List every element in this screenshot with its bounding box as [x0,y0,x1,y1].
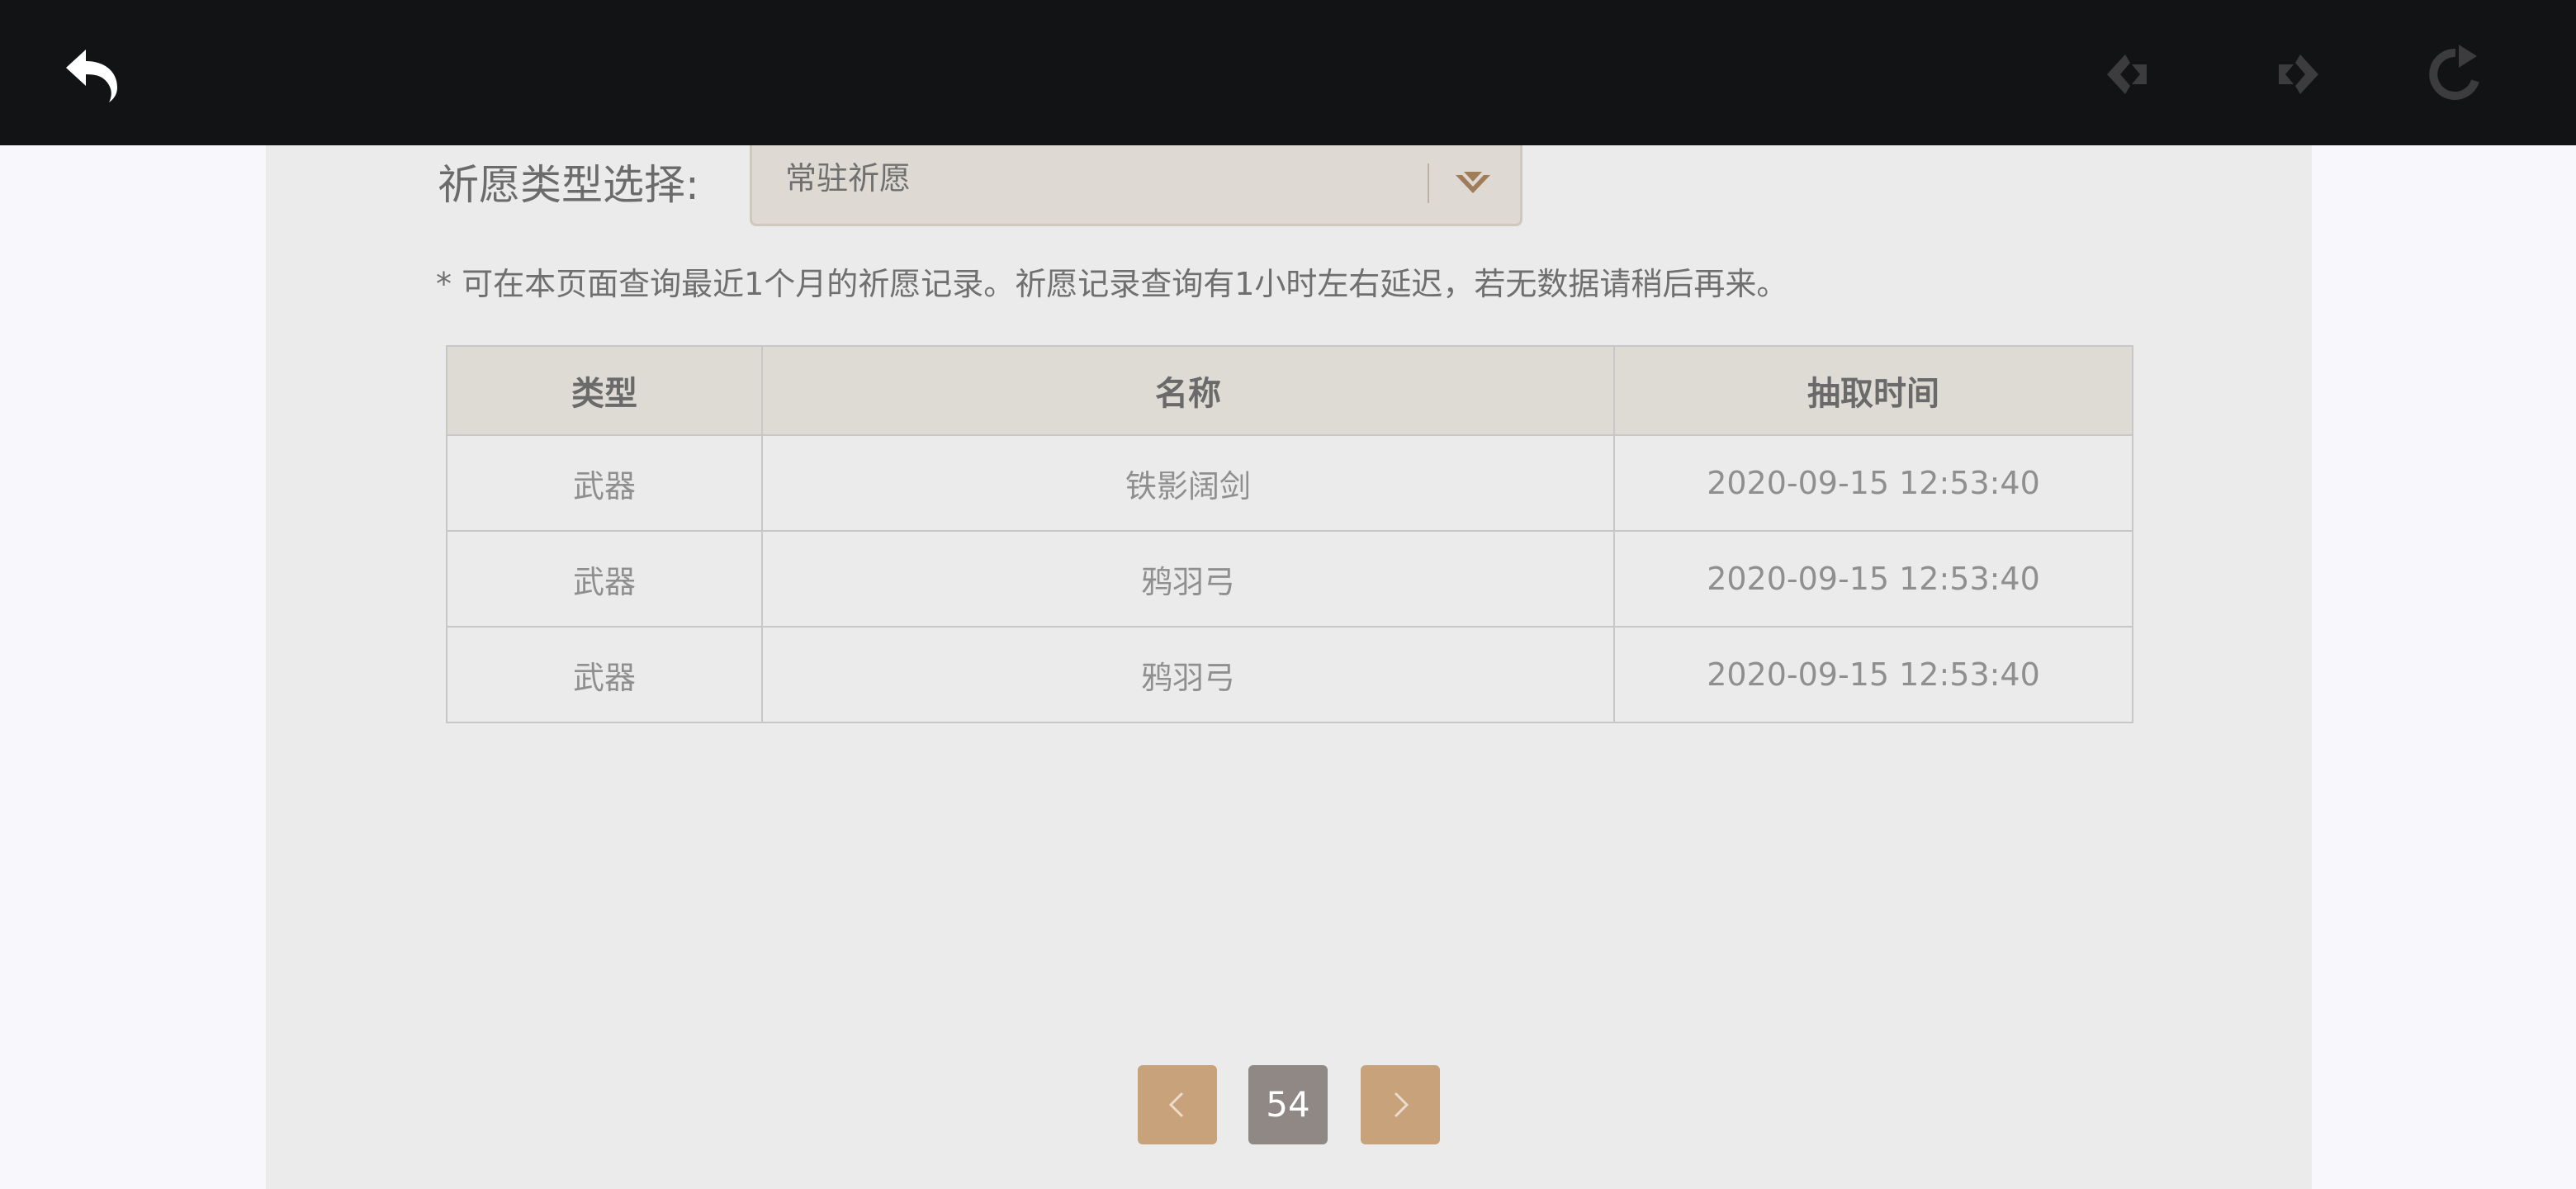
wish-type-dropdown[interactable]: 常驻祈愿 [750,145,1522,226]
cell-type: 武器 [446,530,763,628]
table-row: 武器 鸦羽弓 2020-09-15 12:53:40 [446,530,2133,628]
column-header-name: 名称 [761,345,1615,436]
diamond-left-arrow-icon[interactable] [2097,40,2166,109]
wish-type-selected: 常驻祈愿 [785,160,912,197]
cell-time: 2020-09-15 12:53:40 [1613,626,2133,723]
column-header-time: 抽取时间 [1613,345,2133,436]
cell-name: 鸦羽弓 [761,530,1615,628]
cell-name: 铁影阔剑 [761,434,1615,532]
chevron-right-icon [1394,1092,1409,1118]
previous-page-button[interactable] [1138,1065,1217,1144]
chevron-left-icon [1168,1092,1184,1118]
wish-record-table: 类型 名称 抽取时间 武器 铁影阔剑 2020-09-15 12:53:40 武… [446,345,2133,723]
dropdown-divider [1428,163,1429,203]
back-arrow-icon[interactable] [58,40,127,109]
current-page-indicator: 54 [1248,1065,1328,1144]
chevron-down-icon[interactable] [1452,165,1494,201]
wish-type-label: 祈愿类型选择: [438,161,699,209]
cell-time: 2020-09-15 12:53:40 [1613,530,2133,628]
refresh-icon[interactable] [2421,40,2490,109]
cell-type: 武器 [446,626,763,723]
cell-type: 武器 [446,434,763,532]
wish-history-panel: 祈愿类型选择: 常驻祈愿 * 可在本页面查询最近1个月的祈愿记录。祈愿记录查询有… [266,145,2312,1189]
column-header-type: 类型 [446,345,763,436]
top-toolbar [0,0,2576,145]
next-page-button[interactable] [1361,1065,1440,1144]
cell-name: 鸦羽弓 [761,626,1615,723]
table-row: 武器 铁影阔剑 2020-09-15 12:53:40 [446,434,2133,532]
table-row: 武器 鸦羽弓 2020-09-15 12:53:40 [446,626,2133,723]
diamond-right-arrow-icon[interactable] [2259,40,2328,109]
cell-time: 2020-09-15 12:53:40 [1613,434,2133,532]
table-header-row: 类型 名称 抽取时间 [446,345,2133,436]
query-notice: * 可在本页面查询最近1个月的祈愿记录。祈愿记录查询有1小时左右延迟，若无数据请… [436,266,1788,302]
